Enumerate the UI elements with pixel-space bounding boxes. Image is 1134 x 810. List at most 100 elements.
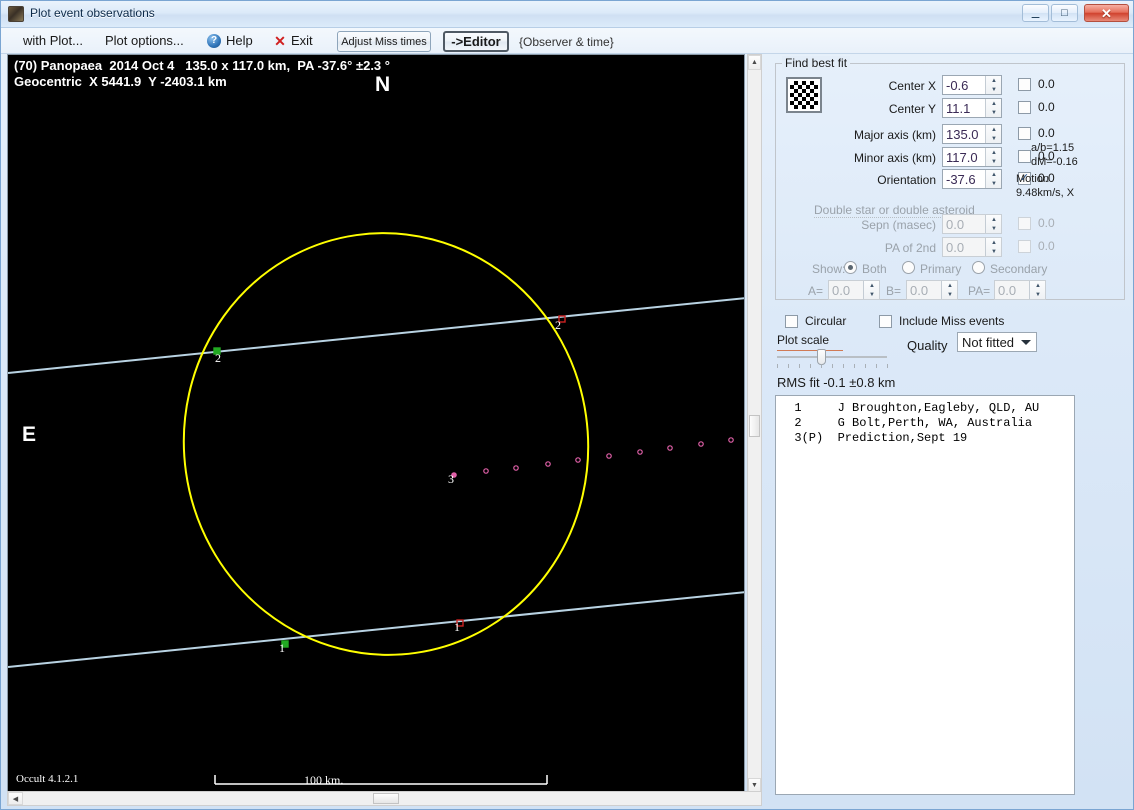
major-axis-label: Major axis (km) xyxy=(853,128,936,142)
close-icon: ✕ xyxy=(1101,5,1112,21)
separation-error-checkbox xyxy=(1018,217,1031,230)
scroll-up-arrow-icon[interactable]: ▲ xyxy=(748,55,761,70)
circular-checkbox[interactable] xyxy=(785,315,798,328)
controls-panel: Find best fit Center X ▲▼ 0.0 Center Y ▲… xyxy=(767,51,1133,803)
show-secondary-radio xyxy=(972,261,985,274)
b-stepper: ▲ ▼ xyxy=(941,281,957,299)
window-title: Plot event observations xyxy=(30,6,155,20)
main-window: Plot event observations – □ ✕ with Plot.… xyxy=(0,0,1134,810)
maximize-button[interactable]: □ xyxy=(1051,4,1078,22)
minor-axis-input[interactable] xyxy=(943,148,984,166)
plot-horizontal-scrollbar[interactable]: ◀ xyxy=(7,791,762,806)
quality-value: Not fitted xyxy=(962,335,1015,350)
minor-axis-stepper[interactable]: ▲ ▼ xyxy=(985,148,1001,166)
major-axis-error-value: 0.0 xyxy=(1038,126,1055,140)
plot-vertical-scrollbar[interactable]: ▲ ▼ xyxy=(747,54,762,794)
menu-item-with-plot[interactable]: with Plot... xyxy=(23,33,83,48)
separation-error-value: 0.0 xyxy=(1038,216,1055,230)
center-x-error-value: 0.0 xyxy=(1038,77,1055,91)
scale-bar-label: 100 km. xyxy=(304,773,344,787)
adjust-miss-times-button[interactable]: Adjust Miss times xyxy=(337,31,431,52)
close-x-icon[interactable]: ✕ xyxy=(273,34,287,48)
plot-scale-slider-track[interactable] xyxy=(777,356,887,358)
pa-input xyxy=(995,281,1028,299)
orientation-spinner[interactable]: ▲▼ xyxy=(942,169,1002,189)
checkerboard-fit-icon[interactable] xyxy=(786,77,822,113)
minor-axis-label: Minor axis (km) xyxy=(853,151,936,165)
observer-time-label: {Observer & time} xyxy=(519,35,614,49)
pa-spinner: ▲▼ xyxy=(994,280,1046,300)
center-y-label: Center Y xyxy=(888,102,936,116)
menu-item-exit[interactable]: Exit xyxy=(291,33,313,48)
vertical-scroll-thumb[interactable] xyxy=(749,415,760,437)
center-x-input[interactable] xyxy=(943,76,984,94)
minimize-icon: – xyxy=(1031,8,1040,24)
a-input xyxy=(829,281,862,299)
plot-scale-label: Plot scale xyxy=(777,333,830,347)
minor-axis-error-checkbox[interactable] xyxy=(1018,150,1031,163)
quality-dropdown[interactable]: Not fitted xyxy=(957,332,1037,352)
menu-item-help[interactable]: Help xyxy=(226,33,253,48)
separation-spinner: ▲▼ xyxy=(942,214,1002,234)
pa-of-2nd-error-checkbox xyxy=(1018,240,1031,253)
include-miss-events-label: Include Miss events xyxy=(899,314,1005,328)
motion-label: Motion xyxy=(1016,173,1050,185)
a-stepper: ▲ ▼ xyxy=(863,281,879,299)
plot-scale-slider-thumb[interactable] xyxy=(817,349,826,365)
center-y-spinner[interactable]: ▲▼ xyxy=(942,98,1002,118)
maximize-icon: □ xyxy=(1061,6,1068,19)
orientation-input[interactable] xyxy=(943,170,984,188)
major-axis-error-checkbox[interactable] xyxy=(1018,127,1031,140)
dm-info: dM=-0.16 xyxy=(1031,156,1078,168)
show-both-label: Both xyxy=(862,262,887,276)
editor-button[interactable]: ->Editor xyxy=(443,31,509,52)
list-item[interactable]: 3(P) Prediction,Sept 19 xyxy=(780,431,1070,446)
list-item[interactable]: 1 J Broughton,Eagleby, QLD, AU xyxy=(780,401,1070,416)
minor-axis-spinner[interactable]: ▲▼ xyxy=(942,147,1002,167)
minimize-button[interactable]: – xyxy=(1022,4,1049,24)
show-label: Show: xyxy=(812,262,846,276)
help-question-icon[interactable]: ? xyxy=(207,34,221,48)
version-label: Occult 4.1.2.1 xyxy=(16,773,79,785)
horizontal-scroll-thumb[interactable] xyxy=(373,793,399,804)
list-item[interactable]: 2 G Bolt,Perth, WA, Australia xyxy=(780,416,1070,431)
separation-label: Sepn (masec) xyxy=(861,218,936,232)
center-x-error-checkbox[interactable] xyxy=(1018,78,1031,91)
chevron-down-icon[interactable] xyxy=(1021,340,1031,345)
center-y-stepper[interactable]: ▲ ▼ xyxy=(985,99,1001,117)
menu-item-plot-options[interactable]: Plot options... xyxy=(105,33,184,48)
center-x-spinner[interactable]: ▲▼ xyxy=(942,75,1002,95)
center-x-stepper[interactable]: ▲ ▼ xyxy=(985,76,1001,94)
find-best-fit-group: Find best fit Center X ▲▼ 0.0 Center Y ▲… xyxy=(775,56,1125,300)
pa-of-2nd-spinner: ▲▼ xyxy=(942,237,1002,257)
scroll-left-arrow-icon[interactable]: ◀ xyxy=(8,792,23,805)
axis-ratio-info: a/b=1.15 xyxy=(1031,142,1075,154)
plot-scale-ticks xyxy=(777,364,888,369)
center-y-error-checkbox[interactable] xyxy=(1018,101,1031,114)
chord1-exit-label: 1 xyxy=(454,620,460,634)
show-primary-radio xyxy=(902,261,915,274)
north-label: N xyxy=(375,73,391,96)
occultation-plot xyxy=(8,232,744,785)
orientation-label: Orientation xyxy=(877,173,936,187)
major-axis-input[interactable] xyxy=(943,125,984,143)
include-miss-events-checkbox[interactable] xyxy=(879,315,892,328)
major-axis-spinner[interactable]: ▲▼ xyxy=(942,124,1002,144)
app-icon xyxy=(8,6,24,22)
plot-area[interactable]: (70) Panopaea 2014 Oct 4 135.0 x 117.0 k… xyxy=(7,54,745,794)
prediction-label: 3 xyxy=(448,472,454,486)
close-button[interactable]: ✕ xyxy=(1084,4,1129,22)
center-y-error-value: 0.0 xyxy=(1038,100,1055,114)
major-axis-stepper[interactable]: ▲ ▼ xyxy=(985,125,1001,143)
pa-of-2nd-input xyxy=(943,238,984,256)
center-y-input[interactable] xyxy=(943,99,984,117)
observations-list[interactable]: 1 J Broughton,Eagleby, QLD, AU 2 G Bolt,… xyxy=(775,395,1075,795)
separation-stepper: ▲ ▼ xyxy=(985,215,1001,233)
motion-value: 9.48km/s, X xyxy=(1016,187,1075,199)
circular-label: Circular xyxy=(805,314,847,328)
center-x-label: Center X xyxy=(888,79,936,93)
plot-scale-underline xyxy=(777,350,843,351)
orientation-stepper[interactable]: ▲ ▼ xyxy=(985,170,1001,188)
b-label: B= xyxy=(886,284,902,298)
show-both-radio xyxy=(844,261,857,274)
